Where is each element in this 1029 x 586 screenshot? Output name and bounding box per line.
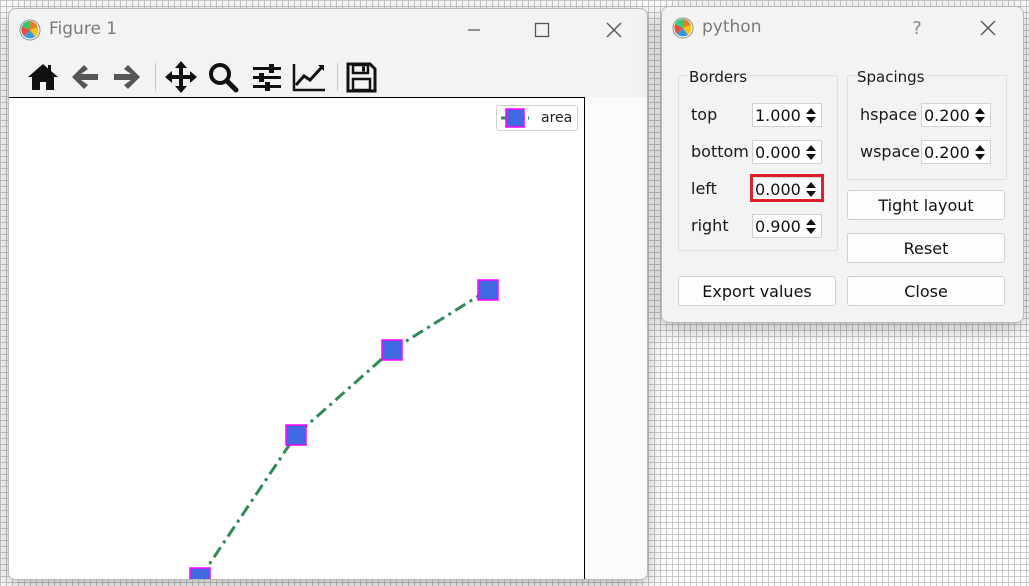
close-icon (980, 20, 996, 36)
maximize-icon (534, 22, 550, 38)
back-button[interactable] (67, 59, 103, 95)
dialog-close-window-button[interactable] (965, 13, 1011, 43)
figure-titlebar: Figure 1 (9, 9, 647, 51)
edit-axis-icon (292, 64, 325, 92)
spin-arrows-icon[interactable] (974, 142, 988, 162)
borders-group-title: Borders (687, 68, 750, 86)
data-point-marker (189, 567, 211, 579)
plot-legend: area (496, 105, 578, 131)
tight-layout-button[interactable]: Tight layout (847, 190, 1005, 220)
legend-label: area (541, 110, 573, 126)
wspace-value: 0.200 (924, 143, 970, 162)
legend-marker-icon (501, 108, 529, 128)
help-button[interactable]: ? (894, 13, 940, 43)
spin-arrows-icon[interactable] (805, 179, 819, 199)
plot-svg (189, 279, 499, 579)
toolbar-separator (155, 63, 156, 91)
home-button[interactable] (25, 59, 61, 95)
save-button[interactable] (343, 59, 379, 95)
minimize-icon (468, 29, 480, 31)
spin-arrows-icon[interactable] (805, 216, 819, 236)
pan-icon (165, 61, 197, 93)
navigation-toolbar (9, 53, 647, 97)
home-icon (28, 64, 58, 90)
zoom-button[interactable] (205, 59, 241, 95)
configure-subplots-icon (253, 64, 281, 91)
hspace-value: 0.200 (924, 106, 970, 125)
help-icon: ? (912, 17, 922, 39)
spacings-group-title: Spacings (855, 68, 927, 86)
plot-canvas[interactable]: area (9, 97, 585, 579)
zoom-icon (209, 63, 239, 93)
matplotlib-logo-icon (672, 17, 694, 39)
border-right-value: 0.900 (755, 217, 801, 236)
dialog-titlebar: python ? (662, 7, 1023, 49)
maximize-button[interactable] (519, 15, 565, 45)
toolbar-separator (337, 63, 338, 91)
spin-arrows-icon[interactable] (805, 142, 819, 162)
border-label-left: left (691, 179, 717, 198)
spacing-label-wspace: wspace (860, 142, 921, 161)
data-point-marker (285, 424, 307, 446)
border-label-right: right (691, 216, 729, 235)
hspace-spinbox[interactable]: 0.200 (921, 103, 991, 127)
wspace-spinbox[interactable]: 0.200 (921, 140, 991, 164)
configure-subplots-button[interactable] (249, 59, 285, 95)
matplotlib-logo-icon (19, 19, 41, 41)
reset-button[interactable]: Reset (847, 233, 1005, 263)
figure-window-title: Figure 1 (49, 19, 118, 39)
close-window-button[interactable] (591, 15, 637, 45)
spin-arrows-icon[interactable] (974, 105, 988, 125)
border-left-spinbox[interactable]: 0.000 (752, 177, 822, 201)
border-right-spinbox[interactable]: 0.900 (752, 214, 822, 238)
forward-button[interactable] (109, 59, 145, 95)
edit-axis-button[interactable] (291, 59, 327, 95)
back-arrow-icon (72, 65, 98, 89)
border-top-value: 1.000 (755, 106, 801, 125)
figure-canvas-area: area (9, 97, 647, 579)
border-left-value: 0.000 (755, 180, 801, 199)
data-point-marker (477, 279, 499, 301)
spacing-label-hspace: hspace (860, 105, 918, 124)
spin-arrows-icon[interactable] (805, 105, 819, 125)
dialog-title: python (702, 17, 762, 37)
pan-button[interactable] (163, 59, 199, 95)
figure-window: Figure 1 area (8, 8, 648, 580)
subplot-config-dialog: python ? Borders top 1.000 bottom 0.000 … (661, 6, 1024, 323)
forward-arrow-icon (114, 65, 140, 89)
border-top-spinbox[interactable]: 1.000 (752, 103, 822, 127)
border-label-bottom: bottom (691, 142, 749, 161)
data-point-marker (381, 339, 403, 361)
export-values-button[interactable]: Export values (678, 276, 836, 306)
minimize-button[interactable] (451, 15, 497, 45)
border-bottom-spinbox[interactable]: 0.000 (752, 140, 822, 164)
border-label-top: top (691, 105, 718, 124)
close-button[interactable]: Close (847, 276, 1005, 306)
spacings-group (847, 75, 1007, 180)
area-series-line (198, 288, 489, 579)
save-icon (346, 62, 377, 93)
close-icon (606, 22, 622, 38)
border-bottom-value: 0.000 (755, 143, 801, 162)
